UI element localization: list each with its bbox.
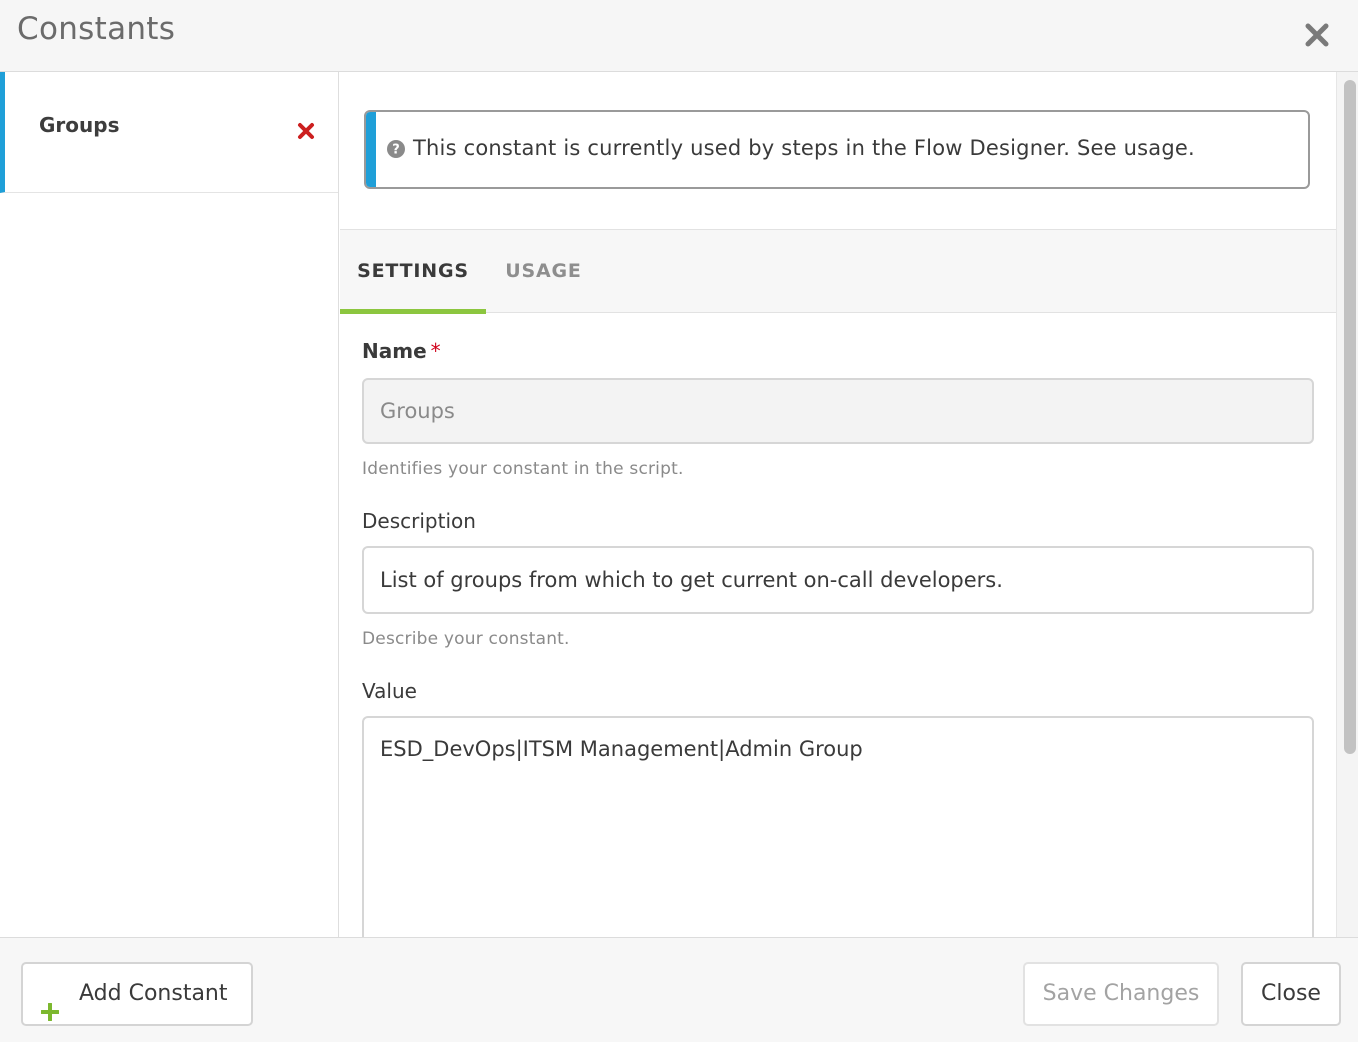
modal-title: Constants [17,11,176,47]
close-icon[interactable] [1300,18,1334,52]
value-label: Value [362,679,417,703]
value-textarea[interactable]: ESD_DevOps|ITSM Management|Admin Group [362,716,1314,937]
plus-icon [40,985,60,1022]
required-mark: * [430,339,441,363]
close-button[interactable]: Close [1241,962,1341,1026]
name-help-text: Identifies your constant in the script. [362,459,684,479]
name-field[interactable]: Groups [362,378,1314,444]
tab-usage[interactable]: USAGE [486,230,601,313]
scrollbar[interactable] [1336,72,1358,937]
constant-editor: ? This constant is currently used by ste… [340,72,1336,937]
add-constant-button[interactable]: Add Constant [21,962,253,1026]
add-constant-label: Add Constant [79,981,228,1006]
tabs-bar: SETTINGS USAGE [340,229,1336,314]
name-label-text: Name [362,339,427,363]
description-label: Description [362,509,476,533]
banner-text: This constant is currently used by steps… [413,136,1195,160]
scrollbar-thumb[interactable] [1344,80,1356,754]
svg-text:?: ? [392,143,400,158]
name-label: Name * [362,339,441,363]
help-circle-icon: ? [386,139,406,159]
banner-accent [366,112,376,187]
tab-settings[interactable]: SETTINGS [340,230,486,314]
modal-header: Constants [0,0,1358,72]
description-help-text: Describe your constant. [362,629,570,649]
delete-icon[interactable] [297,122,315,140]
sidebar-item-label: Groups [39,113,120,137]
save-changes-button[interactable]: Save Changes [1023,962,1219,1026]
sidebar-item-groups[interactable]: Groups [0,72,338,193]
description-field[interactable]: List of groups from which to get current… [362,546,1314,614]
modal-footer: Add Constant Save Changes Close [0,937,1358,1042]
constants-sidebar: Groups [0,72,339,937]
usage-info-banner: ? This constant is currently used by ste… [364,110,1310,189]
